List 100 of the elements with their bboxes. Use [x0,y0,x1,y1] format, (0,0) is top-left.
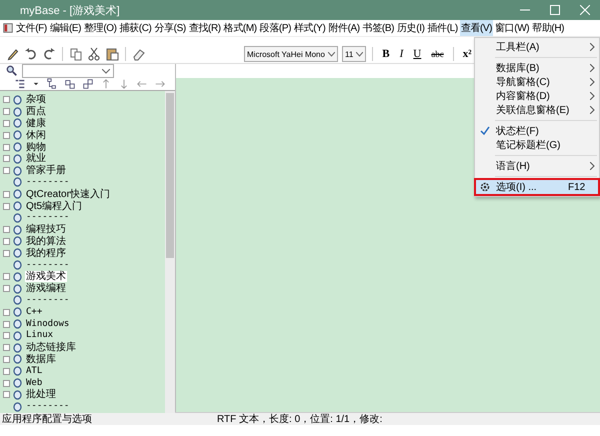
expand-icon[interactable] [3,332,10,340]
copy-icon[interactable] [69,47,83,61]
tree-node[interactable]: Winodows [25,318,70,330]
app-menu-icon[interactable] [2,22,14,34]
maximize-icon[interactable] [550,5,560,15]
expand-icon[interactable] [3,273,10,280]
expand-icon[interactable] [3,356,10,363]
tree-node[interactable]: 我的算法 [25,236,67,247]
tree-node[interactable]: 休闲 [25,130,47,141]
paste-icon[interactable] [105,47,119,61]
tree-node[interactable]: Linux [25,330,54,342]
add-sibling-node-icon[interactable] [82,78,94,90]
menu-option[interactable]: 笔记标题栏(G) [476,138,598,152]
expand-icon[interactable] [3,344,10,352]
redo-icon[interactable] [42,47,56,61]
menu-option[interactable]: 工具栏(A) [476,40,598,54]
expand-icon[interactable] [3,238,10,245]
expand-icon[interactable] [3,368,10,375]
menu-item[interactable]: 编辑(E) [48,20,82,36]
expand-icon[interactable] [3,308,10,316]
expand-icon[interactable] [3,144,10,151]
close-icon[interactable] [580,5,590,15]
expand-icon[interactable] [3,120,10,127]
menu-item[interactable]: 窗口(W) [494,20,530,36]
menu-option[interactable]: 选项(I) ... F12 [476,180,598,194]
menu-item[interactable]: 查找(R) [188,20,222,36]
menu-option[interactable]: 内容窗格(D) [476,89,598,103]
tree-node[interactable]: C++ [25,306,44,318]
tree-node[interactable]: ATL [25,366,44,377]
tree-node[interactable]: 我的程序 [25,248,67,259]
menu-option[interactable]: 导航窗格(C) [476,75,598,89]
expand-icon[interactable] [3,155,10,162]
tree-node[interactable]: 就业 [25,153,47,164]
expand-icon[interactable] [3,250,10,257]
tree-node[interactable]: 管家手册 [25,165,67,176]
italic-button[interactable]: I [396,48,406,60]
expand-icon[interactable] [3,226,10,234]
tree-node[interactable]: -------- [25,260,70,271]
tree-node[interactable]: 批处理 [25,389,57,400]
tree-node[interactable]: -------- [25,294,70,306]
menu-item[interactable]: 插件(L) [426,20,459,36]
menu-option[interactable]: 关联信息窗格(E) [476,103,598,117]
bold-button[interactable]: B [379,48,393,60]
tree-node[interactable]: Qt5编程入门 [25,200,84,212]
tree-node[interactable]: 健康 [25,118,47,129]
menu-item[interactable]: 查看(V) [460,20,494,36]
expand-icon[interactable] [3,108,10,116]
tree-node[interactable]: 编程技巧 [25,224,67,236]
menu-item[interactable]: 文件(F) [15,20,48,36]
cut-icon[interactable] [87,47,101,61]
tree-node[interactable]: Web [25,378,44,389]
expand-icon[interactable] [3,320,10,328]
menu-item[interactable]: 帮助(H) [531,20,566,36]
expand-icon[interactable] [3,96,10,104]
tree-node[interactable]: 游戏美术 [25,271,67,282]
menu-option[interactable]: 数据库(B) [476,61,598,75]
tree-node[interactable]: 数据库 [25,354,57,365]
tree-list-icon[interactable] [14,78,26,90]
expand-icon[interactable] [3,202,10,210]
add-child-node-icon[interactable] [46,78,58,90]
status-info: RTF 文本，长度: 0，位置: 1/1，修改: [217,412,382,426]
expand-icon[interactable] [3,167,10,174]
tree-node[interactable]: -------- [25,212,70,224]
expand-icon[interactable] [3,132,10,139]
menu-item[interactable]: 附件(A) [327,20,361,36]
node-icon [13,166,22,176]
expand-icon[interactable] [3,391,10,398]
strikethrough-button[interactable]: abc [428,49,447,59]
menu-item[interactable]: 分享(S) [153,20,187,36]
undo-icon[interactable] [24,47,38,61]
tree-node[interactable]: QtCreator快速入门 [25,188,111,200]
menu-item[interactable]: 格式(M) [222,20,258,36]
tree-node[interactable]: 杂项 [25,94,47,106]
search-icon[interactable] [6,65,18,77]
expand-icon[interactable] [3,190,10,198]
menu-item[interactable]: 段落(P) [258,20,292,36]
pencil-icon[interactable] [6,47,20,61]
font-select[interactable]: Microsoft YaHei Mono [244,46,338,62]
tree-node[interactable]: 西点 [25,106,47,118]
tree-node[interactable]: 动态链接库 [25,342,77,354]
size-select[interactable]: 11 [342,46,366,62]
menu-item[interactable]: 整理(O) [83,20,118,36]
menu-item[interactable]: 捕获(C) [118,20,152,36]
superscript-button[interactable]: x² [460,48,475,60]
add-node-icon[interactable] [64,78,76,90]
menu-item[interactable]: 书签(B) [362,20,396,36]
expand-icon[interactable] [3,285,10,292]
tree-node[interactable]: -------- [25,176,70,188]
tree-node[interactable]: 游戏编程 [25,283,67,294]
menu-item[interactable]: 样式(Y) [293,20,326,36]
eraser-icon[interactable] [132,47,146,61]
underline-button[interactable]: U [410,48,424,60]
scrollbar[interactable] [165,91,175,413]
expand-icon[interactable] [3,380,10,387]
menu-option[interactable]: 语言(H) [476,159,598,173]
tree-node[interactable]: 购物 [25,142,47,153]
menu-item[interactable]: 历史(I) [396,20,426,36]
node-icon [13,260,22,270]
tree-node[interactable]: -------- [25,401,70,412]
menu-option[interactable]: 状态栏(F) [476,124,598,138]
